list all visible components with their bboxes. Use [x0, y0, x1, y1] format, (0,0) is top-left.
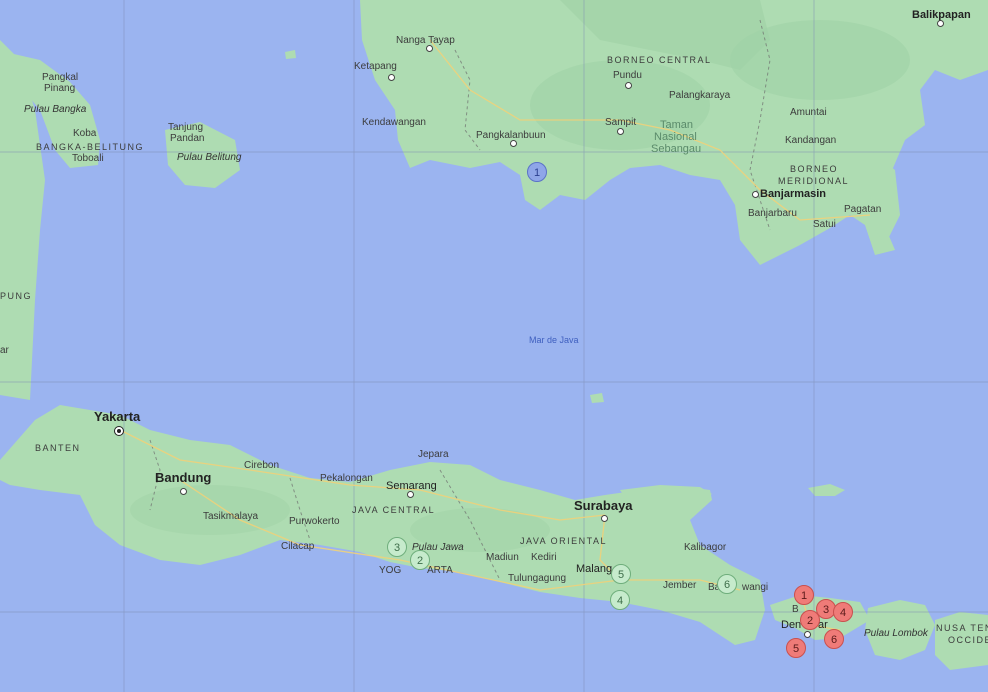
city-yogyakarta-label-a[interactable]: YOG [379, 565, 401, 577]
map-base-layer [0, 0, 988, 692]
city-sampit-dot [617, 128, 624, 135]
map-marker-green-4[interactable]: 4 [610, 590, 630, 610]
city-kendawangan-label[interactable]: Kendawangan [362, 117, 426, 129]
city-kandangan-label[interactable]: Kandangan [785, 135, 836, 147]
region-java-central-label: JAVA CENTRAL [352, 505, 436, 515]
city-banjarmasin-dot [752, 191, 759, 198]
city-surabaya-dot [601, 515, 608, 522]
city-sumatra-partial-label[interactable]: ar [0, 345, 9, 357]
island-lombok-label: Pulau Lombok [864, 628, 928, 639]
city-pangkal-pinang-label-2[interactable]: Pinang [44, 83, 75, 95]
city-banjarmasin-label[interactable]: Banjarmasin [760, 188, 826, 200]
city-denpasar-dot [804, 631, 811, 638]
map-marker-green-3[interactable]: 3 [387, 537, 407, 557]
city-madiun-label[interactable]: Madiun [486, 552, 519, 564]
city-tulungagung-label[interactable]: Tulungagung [508, 573, 566, 585]
map-marker-green-6[interactable]: 6 [717, 574, 737, 594]
city-nanga-tayap-label[interactable]: Nanga Tayap [396, 35, 455, 47]
map-marker-red-4[interactable]: 4 [833, 602, 853, 622]
city-jember-label[interactable]: Jember [663, 580, 696, 592]
region-nusa-tenggara-label-1: NUSA TEN [936, 623, 988, 633]
region-borneo-meridional-label-2: MERIDIONAL [778, 176, 850, 186]
city-bandung-label[interactable]: Bandung [155, 471, 211, 484]
island-bangka-label: Pulau Bangka [24, 104, 87, 115]
city-toboali-label[interactable]: Toboali [72, 153, 104, 165]
map-marker-red-2[interactable]: 2 [800, 610, 820, 630]
region-borneo-meridional-label-1: BORNEO [790, 164, 839, 174]
city-cilacap-label[interactable]: Cilacap [281, 541, 314, 553]
park-label-line1: Taman [660, 119, 694, 131]
map-marker-red-5[interactable]: 5 [786, 638, 806, 658]
city-satui-label[interactable]: Satui [813, 219, 836, 231]
city-banjarbaru-label[interactable]: Banjarbaru [748, 208, 797, 220]
city-tasikmalaya-label[interactable]: Tasikmalaya [203, 511, 258, 523]
city-malang-label[interactable]: Malang [576, 563, 612, 575]
java-sea-label: Mar de Java [529, 335, 579, 345]
city-ketapang-dot [388, 74, 395, 81]
park-label-line2: Nasional [654, 131, 697, 143]
city-palangkaraya-label[interactable]: Palangkaraya [669, 90, 730, 102]
map-marker-green-2[interactable]: 2 [410, 550, 430, 570]
city-yakarta-label[interactable]: Yakarta [94, 410, 140, 423]
map-marker-red-6[interactable]: 6 [824, 629, 844, 649]
city-yogyakarta-label-b[interactable]: ARTA [427, 565, 453, 577]
city-bali-partial-label[interactable]: B [792, 604, 799, 616]
region-java-oriental-label: JAVA ORIENTAL [520, 536, 608, 546]
city-pagatan-label[interactable]: Pagatan [844, 204, 881, 216]
city-kalibagor-label[interactable]: Kalibagor [684, 542, 726, 554]
map-marker-green-5[interactable]: 5 [611, 564, 631, 584]
region-banten-label: BANTEN [35, 443, 81, 453]
island-belitung-label: Pulau Belitung [177, 152, 242, 163]
city-nanga-tayap-dot [426, 45, 433, 52]
region-nusa-tenggara-label-2: OCCIDE [948, 635, 988, 645]
city-amuntai-label[interactable]: Amuntai [790, 107, 827, 119]
city-pundu-label[interactable]: Pundu [613, 70, 642, 82]
region-borneo-central-label: BORNEO CENTRAL [607, 55, 712, 65]
map-marker-blue-1[interactable]: 1 [527, 162, 547, 182]
region-lampung-label: PUNG [0, 291, 33, 301]
park-label-line3: Sebangau [651, 143, 702, 155]
city-banyuwangi-label-b[interactable]: wangi [742, 582, 768, 594]
city-pundu-dot [625, 82, 632, 89]
city-surabaya-label[interactable]: Surabaya [574, 499, 633, 512]
city-jepara-label[interactable]: Jepara [418, 449, 449, 461]
region-bangka-belitung-label: BANGKA-BELITUNG [36, 142, 145, 152]
city-kediri-label[interactable]: Kediri [531, 552, 557, 564]
city-koba-label[interactable]: Koba [73, 128, 96, 140]
capital-yakarta-icon [114, 426, 124, 436]
city-pangkalanbuun-dot [510, 140, 517, 147]
city-bandung-dot [180, 488, 187, 495]
city-cirebon-label[interactable]: Cirebon [244, 460, 279, 472]
city-denpasar-label-a[interactable]: Den [781, 619, 801, 631]
city-pekalongan-label[interactable]: Pekalongan [320, 473, 373, 485]
city-tanjung-pandan-label-2[interactable]: Pandan [170, 133, 204, 145]
city-semarang-dot [407, 491, 414, 498]
map-marker-red-1[interactable]: 1 [794, 585, 814, 605]
city-purwokerto-label[interactable]: Purwokerto [289, 516, 340, 528]
map-canvas[interactable]: Mar de Java BORNEO CENTRAL BORNEO MERIDI… [0, 0, 988, 692]
city-balikpapan-dot [937, 20, 944, 27]
city-ketapang-label[interactable]: Ketapang [354, 61, 397, 73]
